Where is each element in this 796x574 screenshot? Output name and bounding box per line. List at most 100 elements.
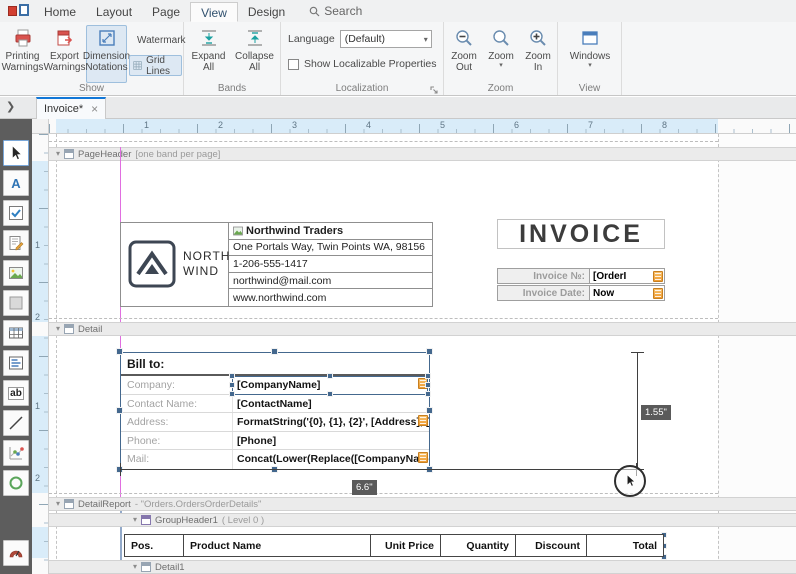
table-of-contents-tool[interactable] — [3, 350, 29, 376]
line-tool[interactable] — [3, 410, 29, 436]
horizontal-ruler[interactable]: 1 2 3 4 5 6 7 8 — [49, 119, 796, 134]
tab-layout[interactable]: Layout — [86, 2, 142, 22]
collapse-all-button[interactable]: Collapse All — [234, 25, 275, 83]
selection-handle[interactable] — [229, 391, 235, 397]
address-value-cell[interactable]: FormatString('{0}, {1}, {2}', [Address],… — [233, 413, 429, 431]
checkbox-tool[interactable] — [3, 200, 29, 226]
pointer-tool[interactable] — [3, 140, 29, 166]
header-cell-pos[interactable]: Pos. — [124, 534, 184, 557]
header-cell-unit-price[interactable]: Unit Price — [371, 534, 441, 557]
rich-text-tool[interactable] — [3, 230, 29, 256]
document-tab-invoice[interactable]: Invoice* × — [36, 97, 106, 119]
collapse-all-icon — [245, 26, 265, 50]
bill-to-title-cell[interactable]: Bill to: — [121, 353, 429, 376]
group-label-show: Show — [0, 83, 183, 94]
design-surface[interactable]: ▾ PageHeader [one band per page] NORTH W… — [49, 134, 796, 574]
band-collapse-icon[interactable]: ▾ — [56, 325, 60, 333]
ruler-number: 4 — [366, 120, 371, 130]
grid-lines-button[interactable]: Grid Lines — [129, 55, 182, 76]
selection-handle[interactable] — [425, 391, 431, 397]
tab-design[interactable]: Design — [238, 2, 295, 22]
language-select[interactable]: (Default) ▾ — [340, 30, 432, 48]
selection-handle[interactable] — [426, 407, 433, 414]
label-tool[interactable]: A — [3, 170, 29, 196]
header-cell-quantity[interactable]: Quantity — [441, 534, 516, 557]
language-label: Language — [288, 33, 335, 45]
bill-to-row-address[interactable]: Address: FormatString('{0}, {1}, {2}', [… — [121, 413, 429, 432]
invoice-number-value[interactable]: [OrderI — [590, 269, 664, 283]
tab-home[interactable]: Home — [34, 2, 86, 22]
selection-handle[interactable] — [116, 348, 123, 355]
dialog-launcher-icon[interactable] — [430, 83, 440, 93]
selection-handle[interactable] — [229, 373, 235, 379]
panel-tool[interactable] — [3, 290, 29, 316]
expand-all-button[interactable]: Expand All — [188, 25, 229, 83]
selection-handle[interactable] — [229, 382, 235, 388]
close-icon[interactable]: × — [91, 104, 98, 114]
company-phone-cell[interactable]: 1-206-555-1417 — [229, 256, 432, 273]
band-collapse-icon[interactable]: ▾ — [56, 150, 60, 158]
selection-handle[interactable] — [271, 348, 278, 355]
band-header-detail[interactable]: ▾ Detail — [49, 322, 796, 336]
band-header-detail1[interactable]: ▾ Detail1 — [49, 560, 796, 574]
zoom-in-button[interactable]: Zoom In — [520, 25, 556, 83]
ribbon-search[interactable]: Search — [309, 4, 362, 18]
character-comb-tool[interactable]: ab — [3, 380, 29, 406]
printing-warnings-icon — [13, 26, 33, 50]
invoice-number-row[interactable]: Invoice №: [OrderI — [497, 268, 665, 284]
zoom-button[interactable]: Zoom ▾ — [484, 25, 518, 83]
band-collapse-icon[interactable]: ▾ — [133, 563, 137, 571]
selection-handle[interactable] — [327, 373, 333, 379]
band-collapse-icon[interactable]: ▾ — [133, 516, 137, 524]
dimension-notations-button[interactable]: Dimension Notations — [86, 25, 127, 83]
table-tool[interactable] — [3, 320, 29, 346]
printing-warnings-button[interactable]: Printing Warnings — [2, 25, 43, 83]
company-website-cell[interactable]: www.northwind.com — [229, 289, 432, 306]
show-localizable-checkbox[interactable] — [288, 59, 299, 70]
tab-page[interactable]: Page — [142, 2, 190, 22]
mail-value-cell[interactable]: Concat(Lower(Replace([CompanyName], — [233, 450, 429, 469]
chart-tool[interactable] — [3, 440, 29, 466]
windows-button[interactable]: Windows ▾ — [568, 25, 612, 83]
band-collapse-icon[interactable]: ▾ — [56, 500, 60, 508]
panel-expand-icon[interactable]: ❯ — [6, 100, 15, 113]
zoom-out-label: Zoom Out — [447, 52, 481, 73]
gauge-tool[interactable] — [3, 540, 29, 566]
selection-handle[interactable] — [327, 391, 333, 397]
bill-to-row-company[interactable]: Company: [CompanyName] — [121, 376, 429, 395]
picture-box-tool[interactable] — [3, 260, 29, 286]
company-info-table[interactable]: NORTH WIND Northwind Traders One Portals… — [120, 222, 433, 307]
bill-to-row-contact[interactable]: Contact Name: [ContactName] — [121, 395, 429, 414]
company-email-cell[interactable]: northwind@mail.com — [229, 273, 432, 290]
invoice-number-label: Invoice №: — [498, 269, 590, 283]
header-cell-product-name[interactable]: Product Name — [184, 534, 371, 557]
band-header-groupheader1[interactable]: ▾ GroupHeader1 ( Level 0 ) — [49, 513, 796, 527]
phone-value-cell[interactable]: [Phone] — [233, 432, 429, 450]
company-address-cell[interactable]: One Portals Way, Twin Points WA, 98156 — [229, 240, 432, 257]
header-cell-total[interactable]: Total — [587, 534, 664, 557]
bill-to-table[interactable]: Bill to: Company: [CompanyName] Contact … — [120, 352, 430, 470]
vertical-ruler[interactable]: 1 2 1 2 — [32, 134, 49, 574]
contact-name-value-cell[interactable]: [ContactName] — [233, 395, 429, 413]
company-logo-cell[interactable]: NORTH WIND — [121, 223, 229, 306]
selection-handle[interactable] — [116, 407, 123, 414]
band-header-pageheader[interactable]: ▾ PageHeader [one band per page] — [49, 147, 796, 161]
watermark-button[interactable]: A Watermark — [129, 30, 182, 51]
band-header-detailreport[interactable]: ▾ DetailReport - "Orders.OrdersOrderDeta… — [49, 497, 796, 511]
ruler-number: 5 — [440, 120, 445, 130]
shape-tool[interactable] — [3, 470, 29, 496]
selection-handle[interactable] — [426, 348, 433, 355]
tab-view[interactable]: View — [190, 2, 238, 22]
selection-handle[interactable] — [425, 382, 431, 388]
application-icon[interactable] — [8, 3, 34, 19]
order-table-header-row[interactable]: Pos. Product Name Unit Price Quantity Di… — [124, 534, 664, 557]
bill-to-row-phone[interactable]: Phone: [Phone] — [121, 432, 429, 451]
header-cell-discount[interactable]: Discount — [516, 534, 587, 557]
invoice-date-value[interactable]: Now — [590, 286, 664, 300]
selection-handle[interactable] — [425, 373, 431, 379]
invoice-title-label[interactable]: INVOICE — [497, 219, 665, 249]
export-warnings-button[interactable]: Export Warnings — [44, 25, 85, 83]
invoice-date-row[interactable]: Invoice Date: Now — [497, 285, 665, 301]
company-name-cell[interactable]: Northwind Traders — [229, 223, 432, 240]
zoom-out-button[interactable]: Zoom Out — [446, 25, 482, 83]
